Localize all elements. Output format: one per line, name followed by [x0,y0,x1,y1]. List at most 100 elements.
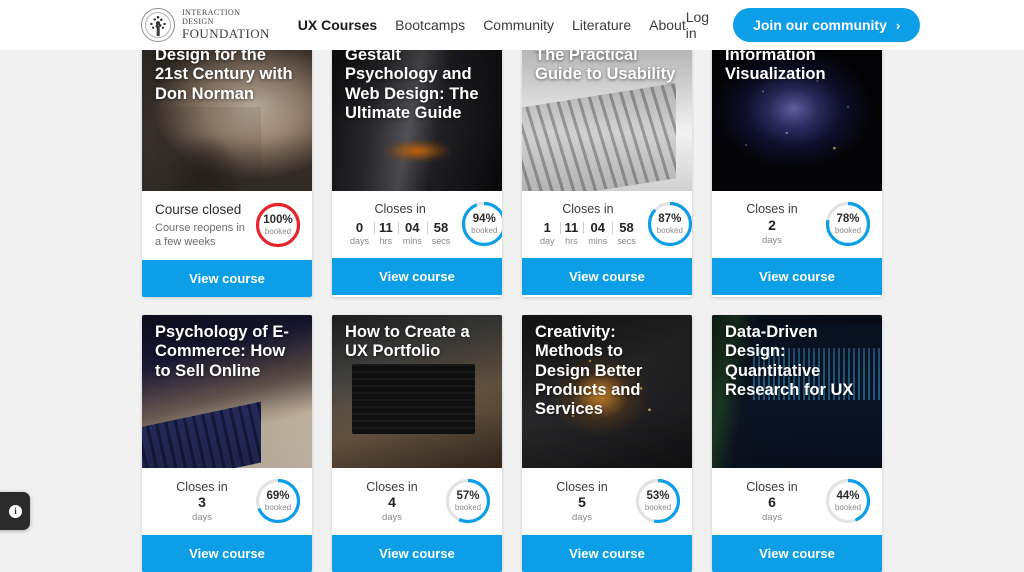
course-card[interactable]: Gestalt Psychology and Web Design: The U… [332,38,502,297]
login-link[interactable]: Log in [686,9,709,41]
info-cookie-icon: i [9,505,22,518]
header-actions: Log in Join our community › [686,8,921,42]
course-card[interactable]: How to Create a UX Portfolio Closes in4da… [332,315,502,572]
course-status-row: Closes in3days69%booked [142,468,312,535]
view-course-button[interactable]: View course [142,260,312,297]
countdown-unit: 11hrs [374,221,398,246]
course-card-image: Data-Driven Design: Quantitative Researc… [712,315,882,468]
course-status-info: Closes in3days [155,480,251,523]
ring-label-group: 44%booked [825,478,871,524]
booked-progress-ring: 87%booked [647,201,692,247]
booked-caption: booked [645,504,671,512]
course-status-info: Closes in1day11hrs04mins58secs [535,202,643,246]
chevron-right-icon: › [896,18,900,33]
view-course-button[interactable]: View course [712,535,882,572]
booked-caption: booked [835,227,861,235]
countdown-unit-label: days [535,512,629,523]
closes-in-label: Closes in [535,202,641,218]
ring-label-group: 87%booked [647,201,692,247]
course-card[interactable]: The Practical Guide to Usability Closes i… [522,38,692,297]
course-card[interactable]: Creativity: Methods to Design Better Pro… [522,315,692,572]
course-status-row: Course closedCourse reopens in a few wee… [142,191,312,260]
closes-in-label: Closes in [535,480,629,496]
view-course-button[interactable]: View course [522,258,692,295]
course-grid-region: Design for the 21st Century with Don Nor… [0,50,1024,566]
countdown-value: 6 [725,495,819,510]
booked-percent: 44% [836,491,859,503]
countdown-value: 3 [155,495,249,510]
view-course-button[interactable]: View course [712,258,882,295]
booked-progress-ring: 100%booked [255,202,301,248]
booked-percent: 100% [263,215,292,227]
course-status-info: Closes in6days [725,480,821,523]
nav-item-ux-courses[interactable]: UX Courses [298,17,377,33]
countdown-value: 04 [405,221,419,235]
course-status-row: Closes in1day11hrs04mins58secs87%booked [522,191,692,258]
countdown-unit-label: days [350,236,369,246]
view-course-button[interactable]: View course [522,535,692,572]
nav-item-about[interactable]: About [649,17,686,33]
countdown-unit-label: days [725,235,819,246]
nav-item-community[interactable]: Community [483,17,554,33]
tree-emblem-icon [141,8,175,42]
countdown-value: 5 [535,495,629,510]
closes-in-label: Closes in [345,480,439,496]
countdown-value: 58 [619,221,633,235]
join-community-button[interactable]: Join our community › [733,8,920,42]
countdown-unit-label: hrs [380,236,393,246]
course-card[interactable]: Data-Driven Design: Quantitative Researc… [712,315,882,572]
countdown-unit: 58secs [612,221,641,246]
ring-label-group: 69%booked [255,478,301,524]
nav-item-bootcamps[interactable]: Bootcamps [395,17,465,33]
booked-caption: booked [265,228,291,236]
course-status-info: Closes in0days11hrs04mins58secs [345,202,457,246]
nav-item-literature[interactable]: Literature [572,17,631,33]
join-community-label: Join our community [753,17,887,33]
view-course-button[interactable]: View course [332,535,502,572]
booked-progress-ring: 78%booked [825,201,871,247]
ring-label-group: 57%booked [445,478,491,524]
course-card-image: How to Create a UX Portfolio [332,315,502,468]
site-header: INTERACTION DESIGN FOUNDATION UX Courses… [0,0,1024,50]
logo-tree-glyph [147,15,169,30]
booked-caption: booked [455,504,481,512]
course-status-row: Closes in2days78%booked [712,191,882,258]
countdown-value: 1 [544,221,551,235]
site-logo[interactable]: INTERACTION DESIGN FOUNDATION [141,8,270,42]
booked-percent: 53% [646,491,669,503]
countdown-unit: 58secs [427,221,456,246]
course-title: Gestalt Psychology and Web Design: The U… [345,46,492,123]
countdown-days: 6days [725,495,819,522]
ring-label-group: 53%booked [635,478,681,524]
countdown-unit-label: mins [403,236,422,246]
course-card-image: The Practical Guide to Usability [522,38,692,191]
countdown-unit-label: day [540,236,555,246]
course-status-row: Closes in4days57%booked [332,468,502,535]
closes-in-label: Closes in [345,202,455,218]
course-card-image: Gestalt Psychology and Web Design: The U… [332,38,502,191]
countdown-unit-label: hrs [565,236,578,246]
course-card[interactable]: Design for the 21st Century with Don Nor… [142,38,312,297]
booked-caption: booked [657,227,683,235]
closes-in-label: Closes in [725,480,819,496]
booked-percent: 94% [473,214,496,226]
countdown-days: 5 days [535,495,629,522]
booked-progress-ring: 69%booked [255,478,301,524]
ring-label-group: 100%booked [255,202,301,248]
booked-progress-ring: 94%booked [461,201,502,247]
course-title: Creativity: Methods to Design Better Pro… [535,323,682,419]
course-card[interactable]: Information VisualizationCloses in2days7… [712,38,882,297]
view-course-button[interactable]: View course [332,258,502,295]
course-status-row: Closes in0days11hrs04mins58secs94%booked [332,191,502,258]
cookie-settings-button[interactable]: i [0,492,30,530]
countdown-timer: 1day11hrs04mins58secs [535,221,641,246]
view-course-button[interactable]: View course [142,535,312,572]
booked-percent: 57% [456,491,479,503]
countdown-unit-label: mins [588,236,607,246]
course-card-image: Design for the 21st Century with Don Nor… [142,38,312,191]
closes-in-label: Closes in [155,480,249,496]
countdown-value: 0 [356,221,363,235]
countdown-unit: 0days [345,221,374,246]
countdown-days: 4days [345,495,439,522]
course-card[interactable]: Psychology of E-Commerce: How to Sell On… [142,315,312,572]
